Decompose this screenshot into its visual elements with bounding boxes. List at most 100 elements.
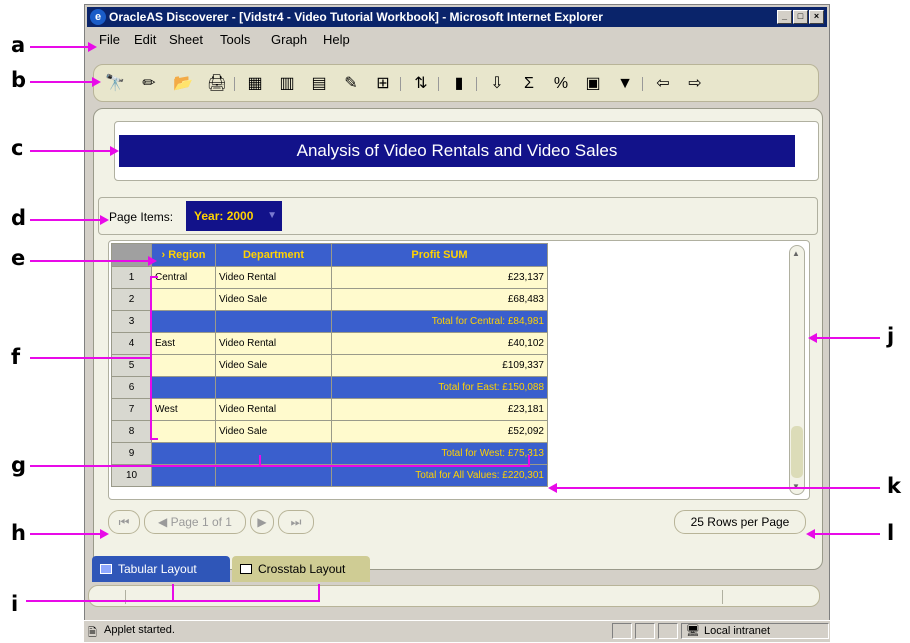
department-cell[interactable] <box>215 376 332 399</box>
callout-bracket-f <box>150 276 152 439</box>
open-folder-icon[interactable]: 📂 <box>172 73 194 95</box>
row-number[interactable]: 1 <box>111 266 152 289</box>
maximize-button[interactable]: □ <box>793 10 808 24</box>
wand-icon[interactable]: ✏ <box>138 73 160 95</box>
next-page-button[interactable]: ▶ <box>250 510 274 534</box>
region-cell[interactable] <box>151 310 216 333</box>
region-cell[interactable] <box>151 376 216 399</box>
row-number[interactable]: 4 <box>111 332 152 355</box>
row-number[interactable]: 2 <box>111 288 152 311</box>
prev-page-icon[interactable]: ◀ <box>158 515 171 529</box>
region-cell[interactable] <box>151 288 216 311</box>
minimize-button[interactable]: _ <box>777 10 792 24</box>
region-cell[interactable]: Central <box>151 266 216 289</box>
crosstab-icon[interactable]: ⊞ <box>372 73 394 95</box>
ie-icon: e <box>90 9 106 25</box>
callout-l: l <box>887 521 895 545</box>
profit-cell[interactable]: Total for West: £75,313 <box>331 442 548 465</box>
row-number[interactable]: 9 <box>111 442 152 465</box>
profit-cell[interactable]: £23,181 <box>331 398 548 421</box>
menu-help[interactable]: Help <box>323 32 350 47</box>
chart-edit-icon[interactable]: ✎ <box>340 73 362 95</box>
filter-icon[interactable]: ▼ <box>614 73 636 95</box>
callout-line-a <box>30 46 90 48</box>
header-department[interactable]: Department <box>215 243 332 267</box>
region-cell[interactable] <box>151 442 216 465</box>
callout-line-c <box>30 150 112 152</box>
format-icon[interactable]: ▦ <box>244 73 266 95</box>
callout-line-l <box>814 533 880 535</box>
report-title[interactable]: Analysis of Video Rentals and Video Sale… <box>119 135 795 167</box>
callout-arrow-l <box>806 529 815 539</box>
calc-icon[interactable]: ▣ <box>582 73 604 95</box>
sort-icon[interactable]: ⇅ <box>410 73 432 95</box>
department-cell[interactable] <box>215 442 332 465</box>
region-cell[interactable] <box>151 464 216 487</box>
department-cell[interactable] <box>215 310 332 333</box>
table-total-row: 9 Total for West: £75,313 <box>111 442 548 465</box>
profit-cell[interactable]: Total for East: £150,088 <box>331 376 548 399</box>
table-icon[interactable]: ▥ <box>276 73 298 95</box>
graph-icon[interactable]: ▮ <box>448 73 470 95</box>
profit-cell[interactable]: £40,102 <box>331 332 548 355</box>
department-cell[interactable]: Video Rental <box>215 398 332 421</box>
close-button[interactable]: × <box>809 10 824 24</box>
percent-icon[interactable]: % <box>550 73 572 95</box>
menu-file[interactable]: File <box>99 32 120 47</box>
region-cell[interactable]: East <box>151 332 216 355</box>
region-cell[interactable] <box>151 420 216 443</box>
department-cell[interactable]: Video Rental <box>215 266 332 289</box>
profit-cell[interactable]: £23,137 <box>331 266 548 289</box>
department-cell[interactable]: Video Rental <box>215 332 332 355</box>
last-page-button[interactable]: ⏭ <box>278 510 314 534</box>
callout-line-f <box>30 357 150 359</box>
department-cell[interactable]: Video Sale <box>215 354 332 377</box>
header-profit-sum[interactable]: Profit SUM <box>331 243 548 267</box>
export-sheet-icon[interactable]: ⇨ <box>684 73 706 95</box>
sheet-bar <box>88 585 820 607</box>
profit-cell[interactable]: £109,337 <box>331 354 548 377</box>
menu-tools[interactable]: Tools <box>220 32 250 47</box>
row-number[interactable]: 7 <box>111 398 152 421</box>
tab-crosstab-layout[interactable]: Crosstab Layout <box>232 556 370 582</box>
scroll-thumb[interactable] <box>791 426 803 478</box>
region-cell[interactable] <box>151 354 216 377</box>
first-page-button[interactable]: ⏮ <box>108 510 140 534</box>
rows-per-page-button[interactable]: 25 Rows per Page <box>674 510 806 534</box>
row-number[interactable]: 6 <box>111 376 152 399</box>
department-cell[interactable]: Video Sale <box>215 288 332 311</box>
table-total-row: 10 Total for All Values: £220,301 <box>111 464 548 487</box>
callout-k: k <box>887 474 901 498</box>
department-cell[interactable] <box>215 464 332 487</box>
callout-c: c <box>11 136 24 160</box>
sum-icon[interactable]: Σ <box>518 73 540 95</box>
import-icon[interactable]: ⇦ <box>652 73 674 95</box>
profit-cell[interactable]: £68,483 <box>331 288 548 311</box>
row-number[interactable]: 3 <box>111 310 152 333</box>
export-icon[interactable]: ⇩ <box>486 73 508 95</box>
callout-i: i <box>11 592 19 616</box>
toolbar: 🔭 ✏ 📂 🖨 ▦ ▥ ▤ ✎ ⊞ ⇅ ▮ ⇩ Σ % ▣ ▼ ⇦ ⇨ <box>93 64 819 102</box>
menu-edit[interactable]: Edit <box>134 32 156 47</box>
row-number[interactable]: 8 <box>111 420 152 443</box>
toolbar-separator <box>438 77 439 91</box>
year-page-item-dropdown[interactable]: Year: 2000 ▼ <box>186 201 282 231</box>
header-region[interactable]: › Region <box>151 243 216 267</box>
print-icon[interactable]: 🖨 <box>206 73 228 95</box>
department-cell[interactable]: Video Sale <box>215 420 332 443</box>
row-number[interactable]: 10 <box>111 464 152 487</box>
sheet-icon[interactable]: ▤ <box>308 73 330 95</box>
profit-cell[interactable]: Total for Central: £84,981 <box>331 310 548 333</box>
callout-tick-i2 <box>318 584 320 600</box>
scroll-up-arrow-icon[interactable]: ▲ <box>792 249 800 258</box>
profit-cell[interactable]: Total for All Values: £220,301 <box>331 464 548 487</box>
tab-tabular-layout[interactable]: Tabular Layout <box>92 556 230 582</box>
region-cell[interactable]: West <box>151 398 216 421</box>
binoculars-icon[interactable]: 🔭 <box>104 73 126 95</box>
vertical-scrollbar[interactable]: ▲ ▼ <box>789 245 805 495</box>
menu-sheet[interactable]: Sheet <box>169 32 203 47</box>
profit-cell[interactable]: £52,092 <box>331 420 548 443</box>
menu-graph[interactable]: Graph <box>271 32 307 47</box>
callout-arrow-c <box>110 146 119 156</box>
callout-bracket-bottom-f <box>150 438 158 440</box>
